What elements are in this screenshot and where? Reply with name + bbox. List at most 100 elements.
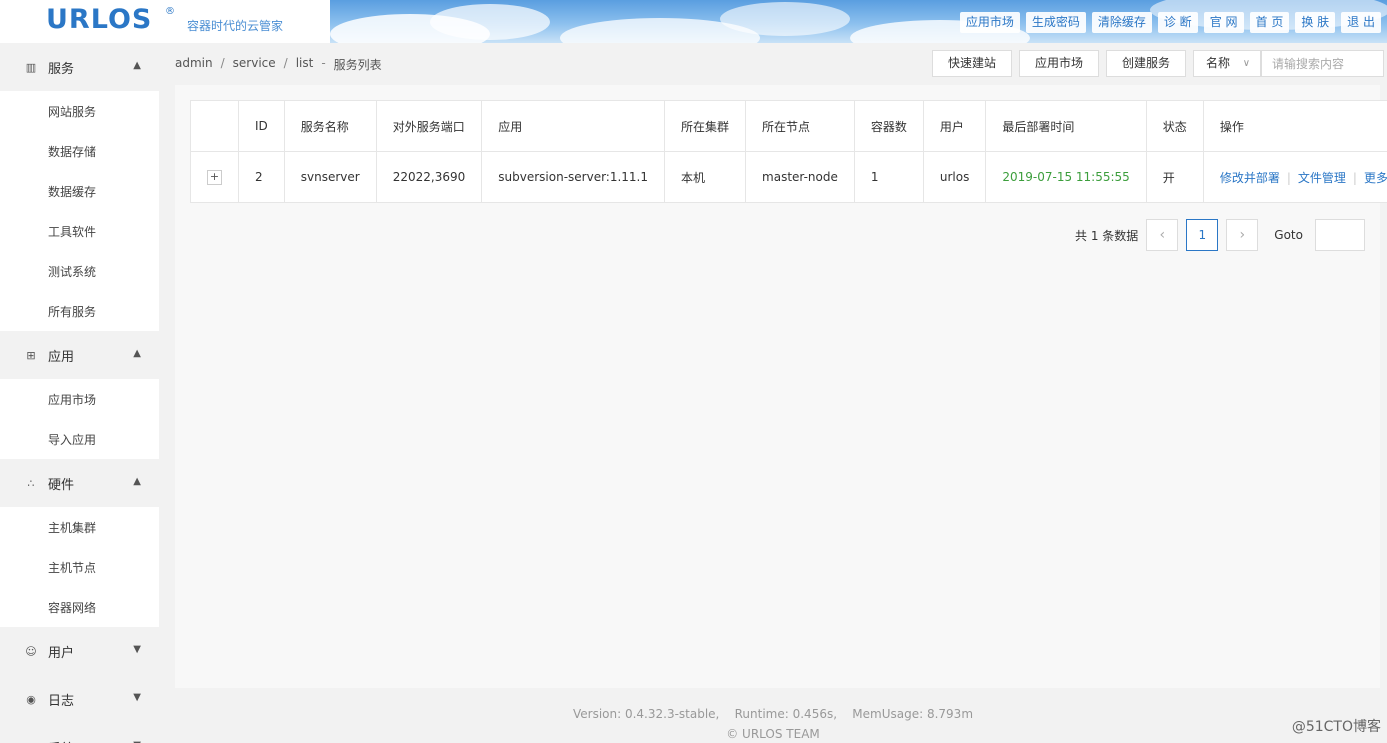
sidebar-group-label: 服务: [48, 61, 75, 77]
column-header-user[interactable]: 用户: [922, 100, 987, 152]
service-table: ID 服务名称 对外服务端口 应用 所在集群 所在节点 容器数 用户 最后部署时…: [190, 100, 1387, 203]
cell-deployed: 2019-07-15 11:55:55: [985, 151, 1147, 203]
cell-expand: +: [190, 151, 239, 203]
goto-page-input[interactable]: [1314, 219, 1365, 251]
share-icon: ∴: [27, 476, 35, 490]
sidebar-item-all-services[interactable]: 所有服务: [0, 291, 159, 331]
grid-icon: ▥: [25, 60, 37, 74]
sidebar-group-label: 用户: [48, 645, 75, 661]
pagination: 共 1 条数据 ‹ 1 › Goto: [1075, 219, 1365, 251]
top-header: URLOS ® 容器时代的云管家 应用市场 生成密码 清除缓存 诊 断 官 网 …: [0, 0, 1387, 43]
search-field-select[interactable]: 名称 ∨: [1193, 50, 1262, 77]
column-header-name[interactable]: 服务名称: [283, 100, 377, 152]
prev-page-button[interactable]: ‹: [1146, 219, 1179, 251]
nav-official-site[interactable]: 官 网: [1203, 12, 1244, 33]
total-count: 共 1 条数据: [1075, 228, 1139, 243]
main-content: ID 服务名称 对外服务端口 应用 所在集群 所在节点 容器数 用户 最后部署时…: [175, 85, 1387, 688]
cell-cluster: 本机: [664, 151, 747, 203]
breadcrumb-service[interactable]: service: [233, 56, 276, 73]
sidebar-group-apps[interactable]: ⊞ 应用 ▲: [0, 331, 159, 379]
nav-diagnose[interactable]: 诊 断: [1157, 12, 1198, 33]
cell-name: svnserver: [283, 151, 377, 203]
file-manage-link[interactable]: 文件管理: [1298, 171, 1346, 185]
cell-id: 2: [238, 151, 285, 203]
sidebar-item-test-system[interactable]: 测试系统: [0, 251, 159, 291]
chevron-up-icon: ▲: [133, 476, 141, 487]
chevron-left-icon: ‹: [1159, 227, 1166, 243]
app-market-button[interactable]: 应用市场: [1019, 50, 1100, 77]
page-button-1[interactable]: 1: [1186, 219, 1219, 251]
sidebar-item-import-app[interactable]: 导入应用: [0, 419, 159, 459]
registered-mark: ®: [165, 6, 175, 17]
search-field-value: 名称: [1206, 56, 1231, 70]
cell-actions: 修改并部署 | 文件管理 | 更多 ∨: [1202, 151, 1387, 203]
search-input[interactable]: [1261, 50, 1385, 77]
sidebar-item-app-market[interactable]: 应用市场: [0, 379, 159, 419]
sidebar-item-data-storage[interactable]: 数据存储: [0, 131, 159, 171]
more-dropdown[interactable]: 更多 ∨: [1364, 171, 1387, 185]
column-header-actions: 操作: [1202, 100, 1387, 152]
sidebar-item-container-network[interactable]: 容器网络: [0, 587, 159, 627]
watermark: @51CTO博客: [1291, 719, 1381, 735]
sidebar-group-label: 应用: [48, 349, 75, 365]
chevron-right-icon: ›: [1239, 227, 1246, 243]
column-header-node[interactable]: 所在节点: [745, 100, 855, 152]
chevron-down-icon: ∨: [1242, 58, 1251, 69]
chevron-down-icon: ▼: [133, 644, 141, 655]
top-nav: 应用市场 生成密码 清除缓存 诊 断 官 网 首 页 换 肤 退 出: [959, 12, 1381, 33]
sidebar-item-data-cache[interactable]: 数据缓存: [0, 171, 159, 211]
breadcrumb-dash: -: [321, 56, 326, 70]
apps-icon: ⊞: [26, 348, 36, 362]
nav-home[interactable]: 首 页: [1249, 12, 1290, 33]
cell-node: master-node: [745, 151, 855, 203]
chevron-up-icon: ▲: [133, 348, 141, 359]
nav-logout[interactable]: 退 出: [1341, 12, 1381, 33]
nav-skin[interactable]: 换 肤: [1295, 12, 1336, 33]
next-page-button[interactable]: ›: [1226, 219, 1259, 251]
sidebar-group-services[interactable]: ▥ 服务 ▲: [0, 43, 159, 91]
expand-row-button[interactable]: +: [207, 170, 222, 185]
sidebar: ▥ 服务 ▲ 网站服务 数据存储 数据缓存 工具软件 测试系统 所有服务 ⊞ 应…: [0, 43, 159, 743]
table-header-row: ID 服务名称 对外服务端口 应用 所在集群 所在节点 容器数 用户 最后部署时…: [190, 100, 1387, 152]
create-service-button[interactable]: 创建服务: [1106, 50, 1187, 77]
cloud-decoration: [720, 2, 850, 36]
sidebar-group-system[interactable]: ⚙ 系统 ▼: [0, 723, 159, 743]
column-header-app[interactable]: 应用: [481, 100, 666, 152]
sidebar-group-hardware[interactable]: ∴ 硬件 ▲: [0, 459, 159, 507]
sidebar-item-host-cluster[interactable]: 主机集群: [0, 507, 159, 547]
table-row: + 2 svnserver 22022,3690 subversion-serv…: [190, 151, 1387, 203]
breadcrumb-list[interactable]: list: [296, 56, 314, 73]
sidebar-item-tools[interactable]: 工具软件: [0, 211, 159, 251]
sidebar-item-website-service[interactable]: 网站服务: [0, 91, 159, 131]
action-separator: |: [1286, 170, 1291, 185]
nav-generate-password[interactable]: 生成密码: [1025, 12, 1086, 33]
logo: URLOS: [46, 4, 153, 35]
cell-status: 开: [1145, 151, 1204, 203]
cloud-decoration: [430, 4, 550, 40]
column-header-id[interactable]: ID: [238, 100, 285, 152]
toolbar: 快速建站 应用市场 创建服务 名称 ∨: [932, 50, 1385, 77]
breadcrumb-admin[interactable]: admin: [175, 56, 213, 73]
modify-deploy-link[interactable]: 修改并部署: [1220, 171, 1280, 185]
breadcrumb-separator: /: [220, 56, 225, 70]
column-header-ports[interactable]: 对外服务端口: [375, 100, 483, 152]
more-label: 更多: [1363, 170, 1387, 185]
column-header-status[interactable]: 状态: [1145, 100, 1204, 152]
sidebar-group-label: 日志: [48, 693, 75, 709]
column-header-deployed[interactable]: 最后部署时间: [985, 100, 1147, 152]
nav-app-market[interactable]: 应用市场: [959, 12, 1020, 33]
sidebar-item-host-node[interactable]: 主机节点: [0, 547, 159, 587]
sidebar-group-logs[interactable]: ◉ 日志 ▼: [0, 675, 159, 723]
quick-site-button[interactable]: 快速建站: [932, 50, 1013, 77]
chevron-up-icon: ▲: [133, 60, 141, 71]
cell-ports: 22022,3690: [375, 151, 483, 203]
breadcrumb-separator: /: [283, 56, 288, 70]
chevron-down-icon: ▼: [133, 692, 141, 703]
column-header-containers[interactable]: 容器数: [853, 100, 924, 152]
sidebar-group-users[interactable]: ☺ 用户 ▼: [0, 627, 159, 675]
column-header-cluster[interactable]: 所在集群: [664, 100, 747, 152]
logo-area[interactable]: URLOS ® 容器时代的云管家: [0, 0, 330, 43]
sidebar-group-label: 系统: [48, 738, 74, 743]
breadcrumb: admin / service / list - 服务列表: [175, 56, 382, 73]
nav-clear-cache[interactable]: 清除缓存: [1091, 12, 1152, 33]
